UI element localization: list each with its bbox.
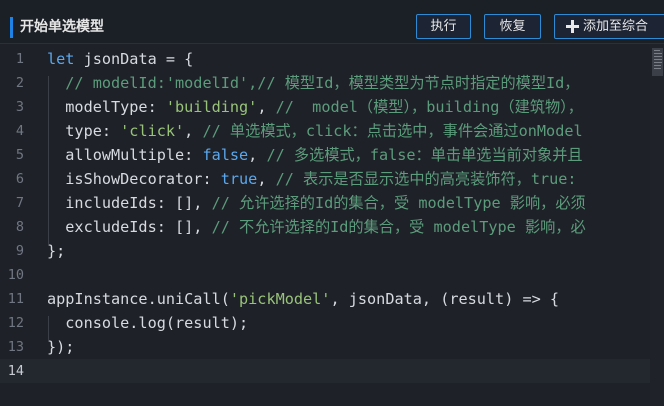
line-number: 7 xyxy=(15,195,24,211)
restore-button[interactable]: 恢复 xyxy=(484,14,541,39)
line-number: 5 xyxy=(15,147,24,163)
line-number: 8 xyxy=(15,219,24,235)
code-line[interactable]: 2 // modelId:'modelId',// 模型Id，模型类型为节点时指… xyxy=(0,71,664,95)
code-token: , jsonData, (result) => { xyxy=(330,290,560,308)
code-text: isShowDecorator: true, // 表示是否显示选中的高亮装饰符… xyxy=(47,167,577,191)
code-token: }); xyxy=(47,338,75,356)
minimap-line xyxy=(654,62,662,63)
code-token: modelType: xyxy=(47,98,166,116)
code-text: }; xyxy=(47,239,65,263)
code-token: false xyxy=(202,146,249,164)
code-token: // 单选模式，click：点击选中，事件会通过onModel xyxy=(202,122,583,140)
code-token: , xyxy=(257,98,276,116)
minimap[interactable] xyxy=(650,44,664,406)
code-line[interactable]: 5 allowMultiple: false, // 多选模式，false：单击… xyxy=(0,143,664,167)
code-token: excludeIds: [], xyxy=(47,218,212,236)
code-token: // 多选模式，false：单击单选当前对象并且 xyxy=(266,146,583,164)
code-text: let jsonData = { xyxy=(47,47,193,71)
code-text: console.log(result); xyxy=(47,311,248,335)
panel-header: 开始单选模型 执行 恢复 添加至综合 xyxy=(0,0,664,44)
add-button-label: 添加至综合 xyxy=(583,19,649,34)
code-token: , xyxy=(248,146,267,164)
minimap-line xyxy=(654,50,660,51)
code-line[interactable]: 6 isShowDecorator: true, // 表示是否显示选中的高亮装… xyxy=(0,167,664,191)
code-token: let xyxy=(47,50,84,68)
code-token: true xyxy=(220,170,258,188)
code-token: // modelId:'modelId',// 模型Id，模型类型为节点时指定的… xyxy=(47,74,580,92)
code-line[interactable]: 10 xyxy=(0,263,664,287)
code-token: // 允许选择的Id的集合，受 modelType 影响，必须 xyxy=(211,194,586,212)
code-line[interactable]: 12 console.log(result); xyxy=(0,311,664,335)
code-token: allowMultiple: xyxy=(47,146,203,164)
code-text: appInstance.uniCall('pickModel', jsonDat… xyxy=(47,287,559,311)
panel-title: 开始单选模型 xyxy=(20,19,104,35)
code-line[interactable]: 7 includeIds: [], // 允许选择的Id的集合，受 modelT… xyxy=(0,191,664,215)
line-number: 10 xyxy=(7,267,24,283)
code-line[interactable]: 9}; xyxy=(0,239,664,263)
line-number: 13 xyxy=(7,339,24,355)
run-button[interactable]: 执行 xyxy=(416,14,471,39)
code-token: , xyxy=(184,122,203,140)
code-text: }); xyxy=(47,335,74,359)
code-line[interactable]: 3 modelType: 'building', // model（模型），bu… xyxy=(0,95,664,119)
code-text: includeIds: [], // 允许选择的Id的集合，受 modelTyp… xyxy=(47,191,586,215)
line-number: 3 xyxy=(15,99,24,115)
line-number: 11 xyxy=(7,291,24,307)
code-text: allowMultiple: false, // 多选模式，false：单击单选… xyxy=(47,143,583,167)
code-token: , xyxy=(257,170,276,188)
code-token: // 不允许选择的Id的集合，受 modelType 影响，必 xyxy=(211,218,586,236)
code-token: isShowDecorator: xyxy=(47,170,221,188)
code-text: // modelId:'modelId',// 模型Id，模型类型为节点时指定的… xyxy=(47,71,580,95)
code-token: jsonData = { xyxy=(83,50,194,68)
code-token: type: xyxy=(47,122,121,140)
code-line[interactable]: 14 xyxy=(0,359,664,383)
code-line[interactable]: 13}); xyxy=(0,335,664,359)
line-number: 14 xyxy=(7,363,24,379)
code-token: console.log(result); xyxy=(47,314,249,332)
code-token: // 表示是否显示选中的高亮装饰符，true: xyxy=(275,170,577,188)
code-token: 'click' xyxy=(120,122,185,140)
code-token: 'pickModel' xyxy=(229,290,331,308)
code-token: includeIds: [], xyxy=(47,194,212,212)
code-token: }; xyxy=(47,242,66,260)
minimap-line xyxy=(654,56,662,57)
line-number: 4 xyxy=(15,123,24,139)
line-number: 1 xyxy=(15,51,24,67)
line-number: 2 xyxy=(15,75,24,91)
minimap-line xyxy=(654,68,661,69)
line-number: 6 xyxy=(15,171,24,187)
line-number: 12 xyxy=(7,315,24,331)
indent-guide xyxy=(48,316,49,340)
line-number: 9 xyxy=(15,243,24,259)
code-text: modelType: 'building', // model（模型），buil… xyxy=(47,95,583,119)
code-text: type: 'click', // 单选模式，click：点击选中，事件会通过o… xyxy=(47,119,583,143)
code-token: // model（模型），building（建筑物）， xyxy=(275,98,583,116)
indent-guide xyxy=(48,76,49,244)
code-line[interactable]: 1 let jsonData = { xyxy=(0,47,664,71)
minimap-line xyxy=(654,53,662,54)
code-token: appInstance.uniCall( xyxy=(47,290,230,308)
code-line[interactable]: 4 type: 'click', // 单选模式，click：点击选中，事件会通… xyxy=(0,119,664,143)
code-token: 'building' xyxy=(165,98,258,116)
code-editor[interactable]: 1 let jsonData = {2 // modelId:'modelId',… xyxy=(0,44,664,406)
title-accent-bar xyxy=(10,17,13,38)
code-text: excludeIds: [], // 不允许选择的Id的集合，受 modelTy… xyxy=(47,215,586,239)
add-to-composite-button[interactable]: 添加至综合 xyxy=(554,14,664,39)
code-line[interactable]: 11 appInstance.uniCall('pickModel', jsonD… xyxy=(0,287,664,311)
minimap-line xyxy=(654,65,661,66)
code-line[interactable]: 8 excludeIds: [], // 不允许选择的Id的集合，受 model… xyxy=(0,215,664,239)
minimap-line xyxy=(654,59,662,60)
plus-icon xyxy=(566,20,579,33)
